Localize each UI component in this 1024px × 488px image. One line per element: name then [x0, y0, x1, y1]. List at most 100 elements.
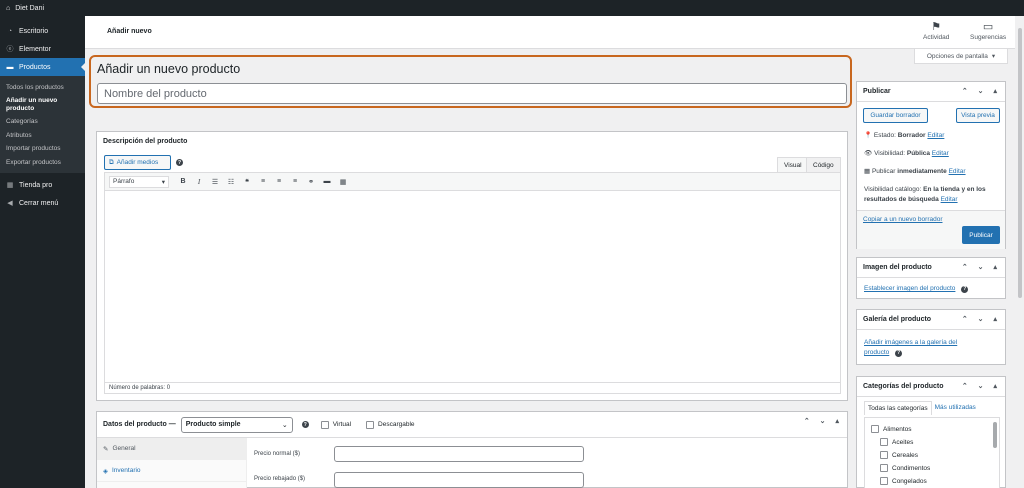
- panel-controls[interactable]: ⌃ ⌄ ▴: [804, 417, 843, 425]
- publish-title: Publicar: [863, 88, 891, 95]
- panel-controls[interactable]: ⌃ ⌄ ▴: [962, 87, 1001, 95]
- read-more-icon[interactable]: ▬: [323, 178, 331, 185]
- tab-all-categories[interactable]: Todas las categorías: [864, 401, 932, 415]
- product-image-header: Imagen del producto ⌃ ⌄ ▴: [857, 258, 1005, 278]
- panel-controls[interactable]: ⌃ ⌄ ▴: [962, 315, 1001, 323]
- category-item[interactable]: Condimentos: [880, 464, 930, 472]
- bold-icon[interactable]: B: [179, 178, 187, 185]
- edit-visibility-link[interactable]: Editar: [932, 150, 949, 157]
- submenu-all-products[interactable]: Todos los productos: [0, 81, 85, 94]
- sale-price-input[interactable]: [334, 472, 584, 488]
- activity-label: Actividad: [923, 34, 950, 41]
- word-count: Número de palabras: 0: [105, 382, 840, 393]
- edit-catalog-visibility-link[interactable]: Editar: [941, 196, 958, 203]
- suggestions-button[interactable]: ▭ Sugerencias: [970, 20, 1006, 41]
- edit-publish-time-link[interactable]: Editar: [949, 168, 966, 175]
- toolbar-toggle-icon[interactable]: ▦: [339, 178, 347, 186]
- align-right-icon[interactable]: ≡: [291, 178, 299, 185]
- activity-button[interactable]: ⚑ Actividad: [923, 20, 949, 41]
- inventory-icon: ◈: [103, 467, 108, 475]
- publish-button[interactable]: Publicar: [962, 226, 1000, 244]
- category-label: Alimentos: [883, 425, 912, 433]
- sidebar-item-tienda-pro[interactable]: ▦ Tienda pro: [0, 176, 85, 194]
- editor-content[interactable]: [105, 191, 840, 383]
- category-checkbox[interactable]: [880, 464, 888, 472]
- page-scrollbar[interactable]: [1016, 16, 1024, 488]
- add-gallery-images-link[interactable]: Añadir imágenes a la galería del product…: [864, 339, 957, 356]
- set-image-row: Establecer imagen del producto ?: [864, 285, 969, 293]
- site-name[interactable]: Diet Dani: [15, 5, 44, 12]
- numbered-list-icon[interactable]: ☷: [227, 178, 235, 186]
- gallery-row: Añadir imágenes a la galería del product…: [864, 338, 982, 358]
- help-icon[interactable]: ?: [176, 159, 183, 166]
- sidebar-item-label: Elementor: [19, 45, 51, 53]
- page-scrollbar-thumb[interactable]: [1018, 28, 1022, 298]
- sidebar-item-productos[interactable]: ▬ Productos: [0, 58, 85, 76]
- help-icon[interactable]: ?: [301, 421, 309, 428]
- italic-icon[interactable]: I: [195, 178, 203, 186]
- edit-status-link[interactable]: Editar: [927, 132, 944, 139]
- regular-price-input[interactable]: [334, 446, 584, 462]
- tab-code[interactable]: Código: [806, 157, 841, 173]
- panel-controls[interactable]: ⌃ ⌄ ▴: [962, 263, 1001, 271]
- panel-controls[interactable]: ⌃ ⌄ ▴: [962, 382, 1001, 390]
- publish-time-row: ▦ Publicar inmediatamente Editar: [864, 167, 966, 175]
- regular-price-label: Precio normal ($): [254, 451, 301, 457]
- tab-general[interactable]: ✎ General: [97, 438, 246, 460]
- downloadable-checkbox[interactable]: [366, 420, 375, 429]
- submenu-attributes[interactable]: Atributos: [0, 129, 85, 142]
- elementor-icon: ⓔ: [6, 46, 14, 53]
- help-icon[interactable]: ?: [895, 350, 903, 358]
- caret-down-icon: ▾: [161, 178, 165, 186]
- sidebar-collapse[interactable]: ◀ Cerrar menú: [0, 194, 85, 212]
- category-item[interactable]: Alimentos: [871, 425, 912, 433]
- tab-most-used[interactable]: Más utilizadas: [932, 401, 979, 415]
- category-item[interactable]: Aceites: [880, 438, 913, 446]
- product-gallery-panel: Galería del producto ⌃ ⌄ ▴ Añadir imágen…: [856, 309, 1006, 365]
- link-icon[interactable]: ⚭: [307, 178, 315, 186]
- align-center-icon[interactable]: ≡: [275, 178, 283, 185]
- align-left-icon[interactable]: ≡: [259, 178, 267, 185]
- store-icon: ▦: [6, 182, 14, 190]
- blockquote-icon[interactable]: ❝: [243, 178, 251, 186]
- dashboard-icon: ◔: [7, 27, 13, 35]
- preview-button[interactable]: Vista previa: [956, 108, 1000, 123]
- tab-inventory[interactable]: ◈ Inventario: [97, 460, 246, 482]
- home-icon[interactable]: ⌂: [6, 5, 10, 12]
- sidebar-item-elementor[interactable]: ⓔ Elementor: [0, 40, 85, 58]
- flag-icon: ⚑: [931, 21, 942, 33]
- product-image-panel: Imagen del producto ⌃ ⌄ ▴ Establecer ima…: [856, 257, 1006, 299]
- category-checkbox[interactable]: [880, 451, 888, 459]
- category-item[interactable]: Congelados: [880, 477, 927, 485]
- set-product-image-link[interactable]: Establecer imagen del producto: [864, 285, 955, 292]
- categories-scrollbar[interactable]: [993, 422, 997, 448]
- product-type-select[interactable]: Producto simple ⌄: [180, 416, 293, 433]
- virtual-checkbox[interactable]: [320, 420, 329, 429]
- submenu-add-product[interactable]: Añadir un nuevo producto: [0, 94, 85, 115]
- gallery-title: Galería del producto: [863, 316, 932, 323]
- tab-visual[interactable]: Visual: [777, 157, 809, 173]
- save-draft-button[interactable]: Guardar borrador: [863, 108, 928, 123]
- category-checkbox[interactable]: [880, 438, 888, 446]
- collapse-icon: ◀: [7, 200, 13, 208]
- eye-icon: 👁: [864, 150, 873, 157]
- add-media-button[interactable]: ⧉ Añadir medios: [104, 155, 171, 170]
- product-name-input[interactable]: Nombre del producto: [97, 83, 847, 104]
- format-value: Párrafo: [113, 177, 135, 185]
- gallery-header: Galería del producto ⌃ ⌄ ▴: [857, 310, 1005, 330]
- submenu-categories[interactable]: Categorías: [0, 115, 85, 128]
- submenu-export[interactable]: Exportar productos: [0, 156, 85, 169]
- screen-options-button[interactable]: Opciones de pantalla ▾: [914, 49, 1008, 64]
- bullet-list-icon[interactable]: ☰: [211, 178, 219, 186]
- editor-toolbar: Párrafo ▾ B I ☰ ☷ ❝ ≡ ≡ ≡ ⚭ ▬ ▦: [105, 173, 840, 191]
- format-select[interactable]: Párrafo ▾: [109, 175, 169, 188]
- category-checkbox[interactable]: [880, 477, 888, 485]
- category-item[interactable]: Cereales: [880, 451, 918, 459]
- help-icon[interactable]: ?: [961, 285, 969, 293]
- screen-options-label: Opciones de pantalla: [926, 52, 988, 60]
- product-categories-panel: Categorías del producto ⌃ ⌄ ▴ Todas las …: [856, 376, 1006, 488]
- category-checkbox[interactable]: [871, 425, 879, 433]
- copy-draft-link[interactable]: Copiar a un nuevo borrador: [863, 216, 943, 223]
- sidebar-item-escritorio[interactable]: ◔ Escritorio: [0, 22, 85, 40]
- submenu-import[interactable]: Importar productos: [0, 142, 85, 155]
